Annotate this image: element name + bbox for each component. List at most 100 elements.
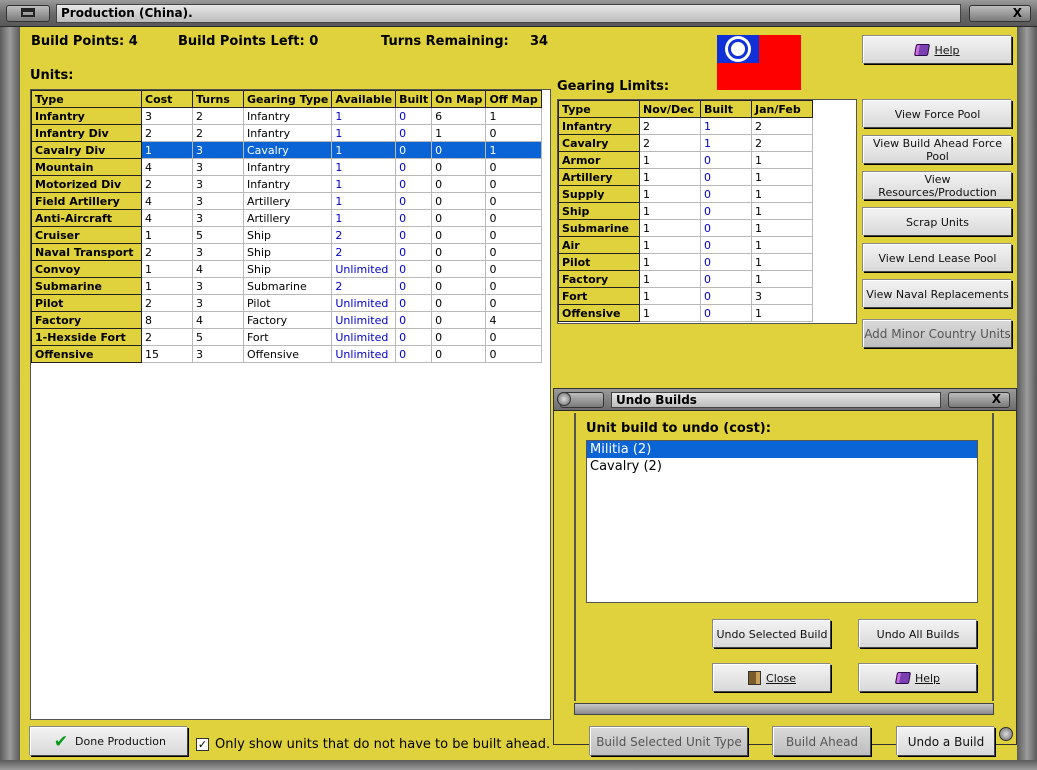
table-row[interactable]: Cruiser 1 5 Ship 2 0 0 0: [31, 226, 542, 244]
build-ahead-button[interactable]: Build Ahead: [773, 727, 871, 756]
column-header[interactable]: Gearing Type: [242, 90, 333, 108]
table-row: Offensive 1 0 1: [558, 304, 813, 322]
undo-close-x-button[interactable]: X: [948, 392, 1010, 408]
table-cell: 0: [395, 175, 433, 193]
undo-all-builds-button[interactable]: Undo All Builds: [859, 620, 977, 648]
table-row[interactable]: Cavalry Div 1 3 Cavalry 1 0 0 1: [31, 141, 542, 159]
row-type-cell: Supply: [558, 185, 640, 203]
table-cell: 4: [192, 260, 244, 278]
table-cell: 2: [639, 117, 701, 135]
view-force-pool-button[interactable]: View Force Pool: [863, 100, 1012, 128]
table-row[interactable]: Mountain 4 3 Infantry 1 0 0 0: [31, 158, 542, 176]
table-row: Ship 1 0 1: [558, 202, 813, 220]
units-table[interactable]: Type Cost Turns Gearing Type Available Built O…: [30, 89, 551, 720]
row-type-cell: Naval Transport: [31, 243, 142, 261]
table-cell: 6: [431, 107, 487, 125]
row-type-cell: Ship: [558, 202, 640, 220]
help-button-label: Help: [934, 43, 960, 57]
frame-right: [1017, 27, 1037, 770]
table-cell: 0: [700, 304, 752, 322]
undo-horizontal-scrollbar[interactable]: [574, 703, 994, 715]
column-header[interactable]: Cost: [141, 90, 193, 108]
column-header[interactable]: Jan/Feb: [751, 100, 813, 118]
china-flag: [717, 35, 801, 90]
table-cell: 2: [331, 243, 397, 261]
column-header[interactable]: Type: [558, 100, 640, 118]
table-cell: 1: [751, 270, 813, 288]
column-header[interactable]: Built: [395, 90, 433, 108]
add-minor-country-button[interactable]: Add Minor Country Units: [863, 320, 1012, 348]
row-type-cell: Infantry: [558, 117, 640, 135]
turns-remaining-label: Turns Remaining:: [381, 34, 509, 49]
table-row[interactable]: Anti-Aircraft 4 3 Artillery 1 0 0 0: [31, 209, 542, 227]
column-header[interactable]: Built: [700, 100, 752, 118]
table-row[interactable]: Field Artillery 4 3 Artillery 1 0 0 0: [31, 192, 542, 210]
only-show-units-option[interactable]: ✓ Only show units that do not have to be…: [196, 737, 550, 752]
window-close-button[interactable]: X: [969, 5, 1031, 22]
done-production-button[interactable]: ✔ Done Production: [30, 727, 188, 756]
row-type-cell: Pilot: [558, 253, 640, 271]
column-header[interactable]: Off Map: [485, 90, 542, 108]
table-row[interactable]: Factory 8 4 Factory Unlimited 0 0 4: [31, 311, 542, 329]
undo-selected-build-button[interactable]: Undo Selected Build: [713, 620, 831, 648]
table-row[interactable]: 1-Hexside Fort 2 5 Fort Unlimited 0 0 0: [31, 328, 542, 346]
table-row[interactable]: Convoy 1 4 Ship Unlimited 0 0 0: [31, 260, 542, 278]
window-menu-button[interactable]: [6, 5, 50, 22]
column-header[interactable]: On Map: [431, 90, 487, 108]
help-book-icon: [894, 672, 912, 684]
table-cell: 1: [431, 124, 487, 142]
table-cell: Cavalry: [242, 141, 333, 159]
column-header[interactable]: Available: [331, 90, 397, 108]
table-row: Infantry 2 1 2: [558, 117, 813, 135]
row-type-cell: Anti-Aircraft: [31, 209, 142, 227]
table-row: Cavalry 2 1 2: [558, 134, 813, 152]
column-header[interactable]: Type: [31, 90, 142, 108]
table-cell: 0: [431, 158, 487, 176]
table-cell: 1: [141, 141, 193, 159]
table-cell: 0: [395, 107, 433, 125]
table-cell: 3: [192, 243, 244, 261]
undo-help-button[interactable]: Help: [859, 664, 977, 692]
undo-listbox[interactable]: Militia (2) Cavalry (2): [586, 440, 978, 603]
table-cell: 0: [431, 328, 487, 346]
table-row[interactable]: Naval Transport 2 3 Ship 2 0 0 0: [31, 243, 542, 261]
table-cell: 1: [639, 236, 701, 254]
table-row[interactable]: Infantry 3 2 Infantry 1 0 6 1: [31, 107, 542, 125]
undo-list-item[interactable]: Cavalry (2): [587, 458, 977, 475]
undo-list-item[interactable]: Militia (2): [587, 441, 977, 458]
table-cell: 3: [192, 209, 244, 227]
table-cell: 1: [639, 304, 701, 322]
table-row[interactable]: Pilot 2 3 Pilot Unlimited 0 0 0: [31, 294, 542, 312]
table-row: Supply 1 0 1: [558, 185, 813, 203]
table-cell: 0: [395, 141, 433, 159]
table-row: Submarine 1 0 1: [558, 219, 813, 237]
undo-a-build-button[interactable]: Undo a Build: [897, 727, 995, 756]
table-cell: 0: [431, 345, 487, 363]
table-cell: 3: [192, 277, 244, 295]
row-type-cell: Pilot: [31, 294, 142, 312]
table-cell: 1: [141, 277, 193, 295]
view-resources-button[interactable]: View Resources/Production: [863, 172, 1012, 200]
column-header[interactable]: Nov/Dec: [639, 100, 701, 118]
view-naval-replacements-button[interactable]: View Naval Replacements: [863, 280, 1012, 308]
row-type-cell: Cruiser: [31, 226, 142, 244]
door-icon: [748, 671, 762, 685]
undo-close-button[interactable]: Close: [713, 664, 831, 692]
table-row[interactable]: Infantry Div 2 2 Infantry 1 0 1 0: [31, 124, 542, 142]
scrap-units-button[interactable]: Scrap Units: [863, 208, 1012, 236]
table-row[interactable]: Offensive 15 3 Offensive Unlimited 0 0 0: [31, 345, 542, 363]
build-selected-unit-button[interactable]: Build Selected Unit Type: [590, 727, 748, 756]
production-content: Build Points: 4 Build Points Left: 0 Tur…: [20, 27, 1017, 760]
only-show-units-checkbox[interactable]: ✓: [196, 738, 209, 751]
table-cell: 1: [485, 107, 542, 125]
column-header[interactable]: Turns: [192, 90, 244, 108]
build-points: Build Points: 4: [31, 34, 138, 49]
table-row[interactable]: Submarine 1 3 Submarine 2 0 0 0: [31, 277, 542, 295]
table-row[interactable]: Motorized Div 2 3 Infantry 1 0 0 0: [31, 175, 542, 193]
view-lend-lease-button[interactable]: View Lend Lease Pool: [863, 244, 1012, 272]
table-cell: 0: [431, 192, 487, 210]
table-cell: 2: [141, 124, 193, 142]
table-cell: 0: [700, 202, 752, 220]
view-build-ahead-button[interactable]: View Build Ahead Force Pool: [863, 136, 1012, 164]
help-button[interactable]: Help: [863, 36, 1012, 64]
